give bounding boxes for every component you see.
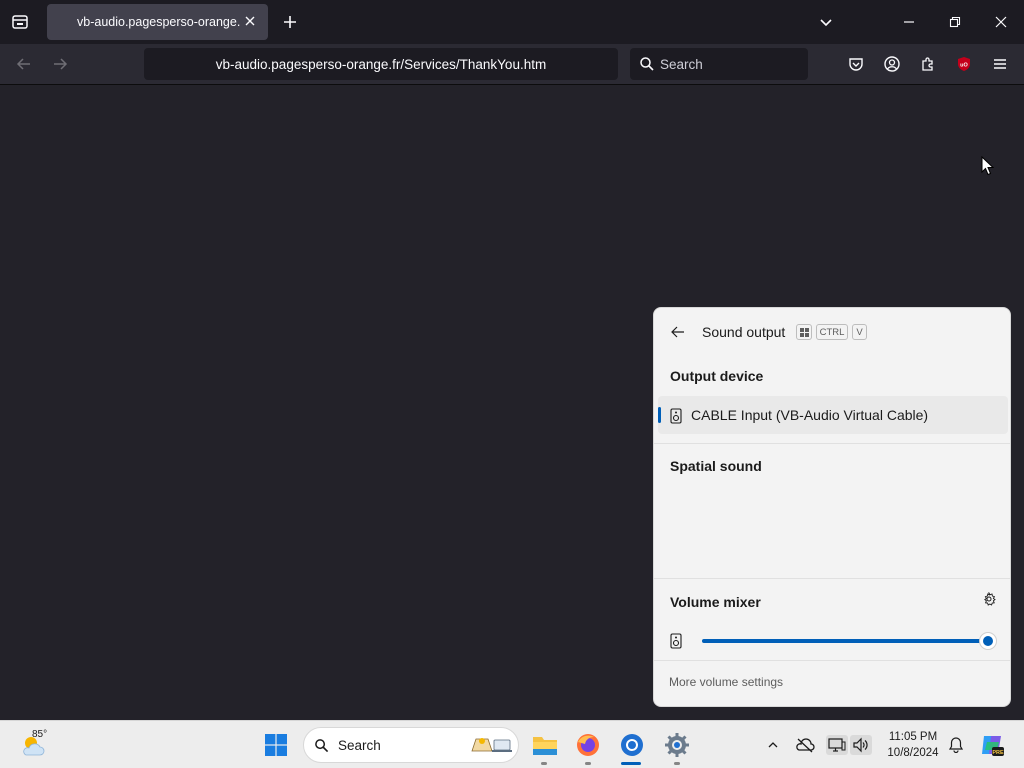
flyout-header: Sound output CTRL V	[654, 308, 1010, 356]
tab-title: vb-audio.pagesperso-orange.fr	[77, 15, 240, 29]
divider	[654, 578, 1010, 579]
svg-text:PRE: PRE	[992, 750, 1004, 756]
clock-time: 11:05 PM	[888, 731, 938, 743]
shortcut-key-v: V	[852, 324, 867, 340]
speaker-icon	[670, 408, 682, 429]
taskbar-clock[interactable]: 11:05 PM 10/8/2024	[880, 729, 946, 761]
file-explorer-icon[interactable]	[531, 731, 559, 759]
browser-app-icon[interactable]	[618, 731, 646, 759]
volume-mixer-heading: Volume mixer	[670, 594, 761, 610]
taskbar-search-label: Search	[338, 738, 381, 753]
sound-output-flyout: Sound output CTRL V Output device CABLE …	[653, 307, 1011, 707]
navigation-toolbar: vb-audio.pagesperso-orange.fr/Services/T…	[0, 44, 1024, 85]
volume-slider-thumb[interactable]	[979, 632, 997, 650]
network-icon[interactable]	[826, 735, 848, 755]
clock-date: 10/8/2024	[887, 747, 939, 759]
running-indicator	[674, 762, 680, 765]
volume-slider-track[interactable]	[702, 639, 988, 643]
firefox-icon[interactable]	[574, 731, 602, 759]
mouse-cursor-icon	[981, 155, 995, 181]
more-volume-settings-link[interactable]: More volume settings	[669, 675, 783, 689]
output-device-heading: Output device	[670, 368, 764, 384]
windows-key-icon	[796, 324, 812, 340]
slider-thumb-dot	[983, 636, 993, 646]
taskbar-search-box[interactable]: Search	[303, 727, 519, 763]
notification-bell-icon[interactable]	[946, 735, 966, 755]
search-placeholder: Search	[660, 56, 703, 72]
close-tab-icon[interactable]	[242, 13, 258, 29]
spatial-sound-heading: Spatial sound	[670, 458, 762, 474]
search-icon	[639, 56, 655, 75]
flyout-title: Sound output	[702, 324, 786, 340]
restore-icon[interactable]	[945, 12, 965, 32]
account-icon[interactable]	[882, 54, 902, 74]
copilot-icon[interactable]: PRE	[978, 731, 1006, 759]
firefox-view-icon[interactable]	[10, 12, 30, 32]
back-arrow-icon[interactable]	[670, 324, 686, 340]
device-name: CABLE Input (VB-Audio Virtual Cable)	[691, 407, 929, 423]
divider	[654, 660, 1010, 661]
svg-text:uO: uO	[960, 63, 968, 69]
divider	[654, 443, 1010, 444]
new-tab-icon[interactable]	[280, 12, 300, 32]
device-item-cable-input[interactable]: CABLE Input (VB-Audio Virtual Cable)	[658, 396, 1008, 434]
pocket-icon[interactable]	[846, 54, 866, 74]
start-windows-icon[interactable]	[264, 733, 288, 757]
forward-arrow-icon[interactable]	[50, 54, 70, 74]
gear-icon[interactable]	[982, 591, 998, 608]
running-indicator	[541, 762, 547, 765]
ublock-origin-icon[interactable]: uO	[954, 54, 974, 74]
running-indicator	[585, 762, 591, 765]
selected-indicator	[658, 407, 661, 423]
back-arrow-icon[interactable]	[14, 54, 34, 74]
chevron-up-icon[interactable]	[763, 735, 783, 755]
menu-hamburger-icon[interactable]	[990, 54, 1010, 74]
url-text: vb-audio.pagesperso-orange.fr/Services/T…	[215, 56, 547, 72]
taskbar: 85° Search 11:05 PM 10/8/2024 PRE	[0, 720, 1024, 768]
search-icon	[314, 738, 329, 758]
list-all-tabs-icon[interactable]	[816, 12, 836, 32]
extensions-icon[interactable]	[918, 54, 938, 74]
active-indicator	[621, 762, 641, 765]
web-search-box[interactable]: Search	[630, 48, 808, 80]
weather-temperature: 85°	[32, 729, 48, 740]
address-bar[interactable]: vb-audio.pagesperso-orange.fr/Services/T…	[144, 48, 618, 80]
close-window-icon[interactable]	[991, 12, 1011, 32]
minimize-icon[interactable]	[899, 12, 919, 32]
onedrive-offline-icon[interactable]	[794, 735, 816, 755]
settings-gear-icon[interactable]	[663, 731, 691, 759]
active-tab[interactable]: vb-audio.pagesperso-orange.fr	[47, 4, 268, 40]
browser-tab-strip: vb-audio.pagesperso-orange.fr	[0, 0, 1024, 44]
speaker-icon	[670, 633, 682, 654]
volume-icon[interactable]	[850, 735, 872, 755]
shortcut-key-ctrl: CTRL	[816, 324, 848, 340]
search-highlight-icon	[470, 735, 514, 760]
